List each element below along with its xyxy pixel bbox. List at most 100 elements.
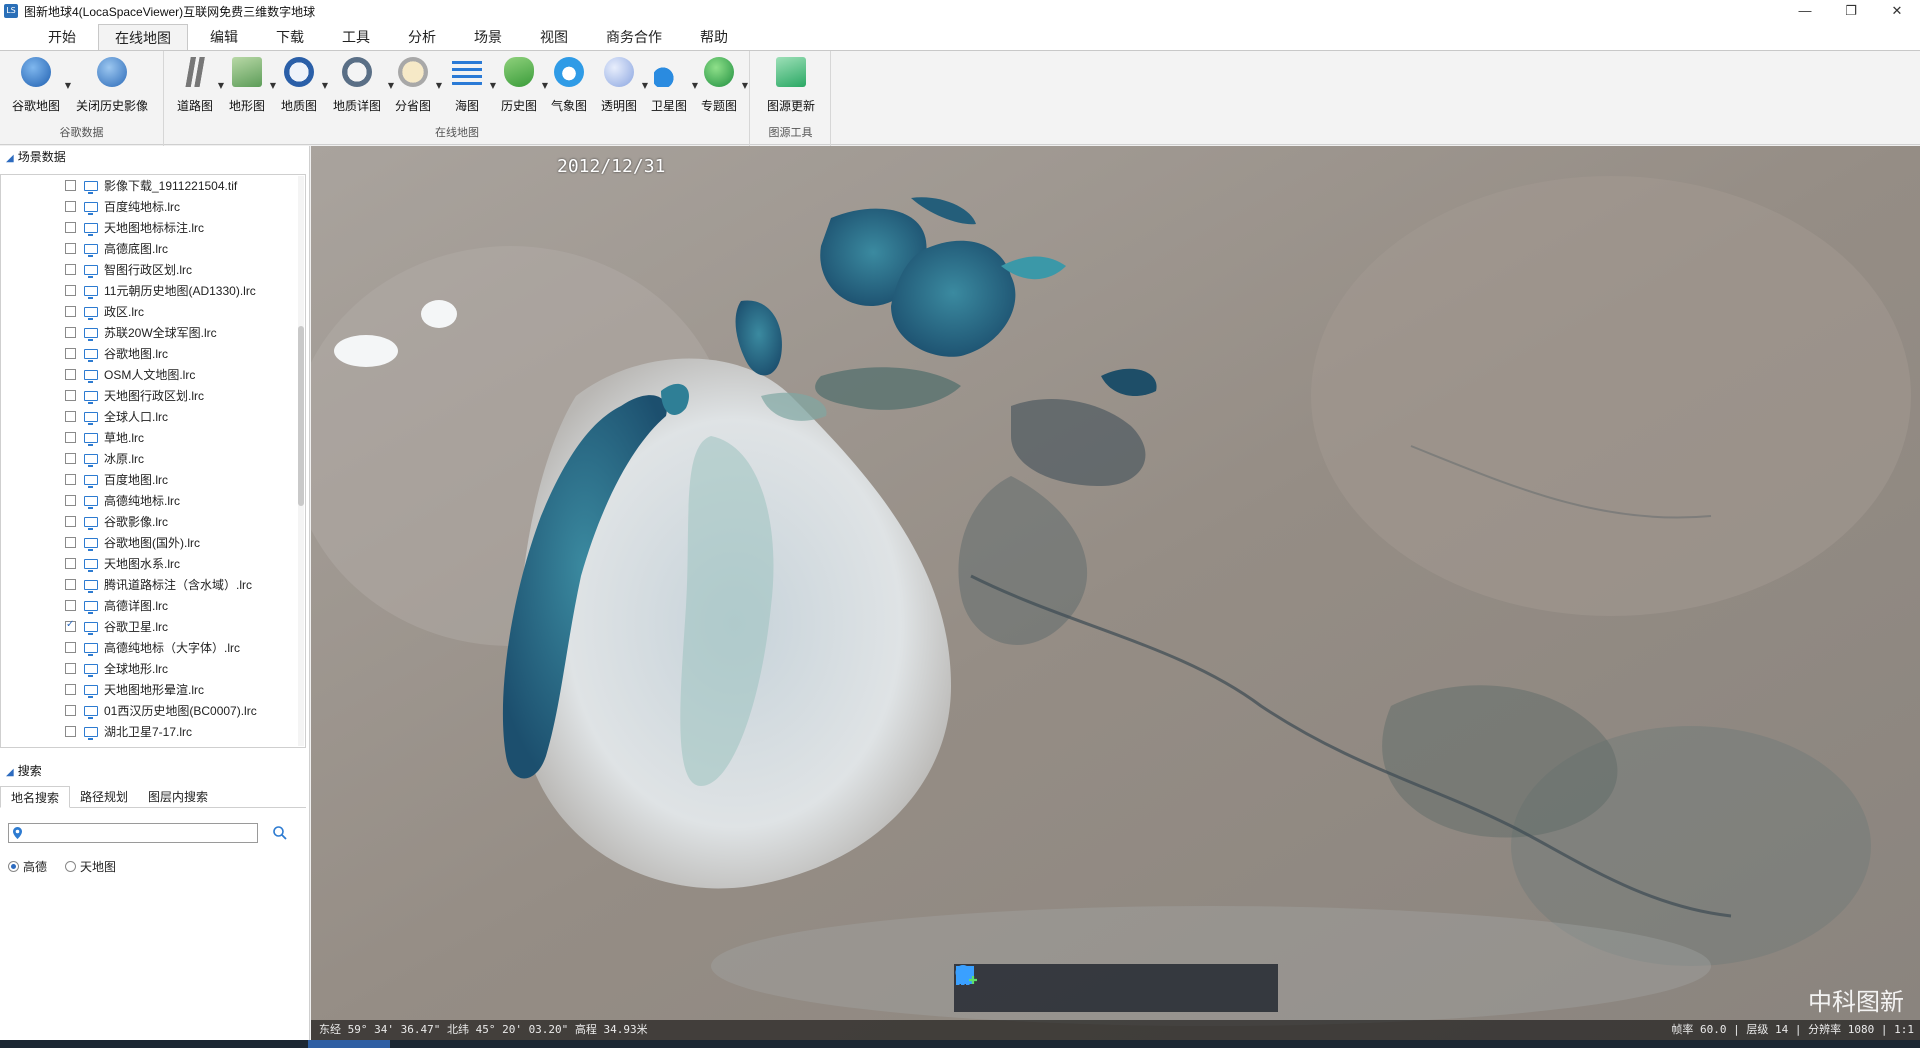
layer-row[interactable]: 谷歌地图.lrc <box>1 343 305 364</box>
weather-map-button[interactable]: 气象图 <box>549 55 589 115</box>
gaode-radio[interactable] <box>8 861 19 872</box>
scene-layer-list[interactable]: 影像下载_1911221504.tif 百度纯地标.lrc 天地图地标标注.lrc 高… <box>0 174 306 748</box>
close-button[interactable]: ✕ <box>1874 0 1920 22</box>
layer-row[interactable]: 高德详图.lrc <box>1 595 305 616</box>
layer-row[interactable]: 影像下载_1911221504.tif <box>1 175 305 196</box>
layer-checkbox[interactable] <box>65 663 76 674</box>
place-search-input[interactable] <box>27 825 255 841</box>
road-map-button[interactable]: 道路图 ▼ <box>175 55 224 115</box>
layer-checkbox[interactable] <box>65 495 76 506</box>
layer-row[interactable]: 政区.lrc <box>1 301 305 322</box>
google-map-button[interactable]: 谷歌地图 ▼ <box>10 55 71 115</box>
layer-row[interactable]: 冰原.lrc <box>1 448 305 469</box>
tab-download[interactable]: 下载 <box>260 24 320 50</box>
maximize-button[interactable]: ❐ <box>1828 0 1874 22</box>
layer-checkbox[interactable] <box>65 390 76 401</box>
layer-row[interactable]: 谷歌卫星.lrc <box>1 616 305 637</box>
layer-checkbox[interactable] <box>65 201 76 212</box>
terrain-map-button[interactable]: 地形图 ▼ <box>227 55 276 115</box>
polygon-icon[interactable] <box>956 966 1206 1003</box>
taskbar-active-app[interactable] <box>308 1040 390 1048</box>
layer-checkbox[interactable] <box>65 285 76 296</box>
line-icon[interactable] <box>956 966 1156 1003</box>
layer-checkbox[interactable] <box>65 348 76 359</box>
geology-map-button[interactable]: 地质图 ▼ <box>279 55 328 115</box>
geology-detail-map-button[interactable]: 地质详图 ▼ <box>329 55 394 115</box>
layer-checkbox[interactable] <box>65 264 76 275</box>
scrollbar-thumb[interactable] <box>298 326 304 506</box>
pointer-icon[interactable] <box>959 966 1056 1003</box>
layer-row[interactable]: 百度纯地标.lrc <box>1 196 305 217</box>
layer-row[interactable]: 智图行政区划.lrc <box>1 259 305 280</box>
layer-row[interactable]: 高德纯地标.lrc <box>1 490 305 511</box>
layer-checkbox[interactable] <box>65 327 76 338</box>
tab-start[interactable]: 开始 <box>32 24 92 50</box>
layer-checkbox[interactable] <box>65 180 76 191</box>
layer-row[interactable]: 天地图水系.lrc <box>1 553 305 574</box>
layer-row[interactable]: 天地图地标标注.lrc <box>1 217 305 238</box>
layer-checkbox[interactable] <box>65 432 76 443</box>
layer-row[interactable]: 谷歌地图(国外).lrc <box>1 532 305 553</box>
layer-row[interactable]: OSM人文地图.lrc <box>1 364 305 385</box>
layer-row[interactable]: 01西汉历史地图(BC0007).lrc <box>1 700 305 721</box>
tab-place-search[interactable]: 地名搜索 <box>0 786 71 808</box>
layer-checkbox[interactable] <box>65 243 76 254</box>
layer-row[interactable]: 草地.lrc <box>1 427 305 448</box>
satellite-map-button[interactable]: 卫星图 ▼ <box>649 55 698 115</box>
layer-checkbox[interactable] <box>65 558 76 569</box>
tab-tools[interactable]: 工具 <box>326 24 386 50</box>
tab-analysis[interactable]: 分析 <box>392 24 452 50</box>
layer-checkbox[interactable] <box>65 222 76 233</box>
history-map-button[interactable]: 历史图 ▼ <box>499 55 548 115</box>
tab-help[interactable]: 帮助 <box>684 24 744 50</box>
layer-row[interactable]: 腾讯道路标注（含水域）.lrc <box>1 574 305 595</box>
layer-checkbox[interactable] <box>65 705 76 716</box>
layer-checkbox[interactable] <box>65 516 76 527</box>
layer-checkbox[interactable] <box>65 579 76 590</box>
layer-row[interactable]: 天地图地形晕渲.lrc <box>1 679 305 700</box>
layer-checkbox[interactable] <box>65 453 76 464</box>
placemark-icon[interactable] <box>955 965 1106 1003</box>
layer-checkbox[interactable] <box>65 684 76 695</box>
layer-checkbox[interactable] <box>65 474 76 485</box>
layer-row[interactable]: 高德纯地标（大字体）.lrc <box>1 637 305 658</box>
layer-row[interactable]: 天地图行政区划.lrc <box>1 385 305 406</box>
layer-checkbox[interactable] <box>65 369 76 380</box>
layer-row[interactable]: 湖北卫星7-17.lrc <box>1 721 305 742</box>
search-icon[interactable] <box>272 825 288 841</box>
tab-scene[interactable]: 场景 <box>458 24 518 50</box>
layer-checkbox[interactable] <box>65 619 76 632</box>
close-history-imagery-button[interactable]: 关闭历史影像 <box>74 55 150 115</box>
source-update-button[interactable]: 图源更新 <box>763 55 819 115</box>
layer-row[interactable]: 谷歌影像.lrc <box>1 511 305 532</box>
chart-add-icon[interactable] <box>956 968 1256 1003</box>
hand-icon[interactable] <box>956 966 1006 1003</box>
tab-layer-search[interactable]: 图层内搜索 <box>138 786 218 807</box>
layer-checkbox[interactable] <box>65 600 76 611</box>
sea-chart-button[interactable]: 海图 ▼ <box>447 55 496 115</box>
tab-online-map[interactable]: 在线地图 <box>98 24 188 50</box>
tab-view[interactable]: 视图 <box>524 24 584 50</box>
layer-list-scrollbar[interactable] <box>298 176 304 746</box>
tab-business[interactable]: 商务合作 <box>590 24 678 50</box>
scene-data-header[interactable]: ◢ 场景数据 <box>0 146 309 168</box>
layer-row[interactable]: 苏联20W全球军图.lrc <box>1 322 305 343</box>
map-view[interactable]: 2012/12/31 中科图新 东经 59° 34' 36.47" 北纬 45°… <box>311 146 1920 1040</box>
layer-row[interactable]: 百度地图.lrc <box>1 469 305 490</box>
layer-checkbox[interactable] <box>65 642 76 653</box>
layer-row[interactable]: 11元朝历史地图(AD1330).lrc <box>1 280 305 301</box>
layer-row[interactable]: 全球地形.lrc <box>1 658 305 679</box>
tab-route-planning[interactable]: 路径规划 <box>70 786 138 807</box>
tianditu-radio[interactable] <box>65 861 77 872</box>
thematic-map-button[interactable]: 专题图 ▼ <box>699 55 748 115</box>
layer-row[interactable]: 高德底图.lrc <box>1 238 305 259</box>
layer-checkbox[interactable] <box>65 537 76 548</box>
layer-checkbox[interactable] <box>65 726 76 737</box>
transparent-map-button[interactable]: 透明图 ▼ <box>599 55 648 115</box>
layer-checkbox[interactable] <box>65 306 76 317</box>
layer-row[interactable]: 全球人口.lrc <box>1 406 305 427</box>
layer-checkbox[interactable] <box>65 411 76 422</box>
province-map-button[interactable]: 分省图 ▼ <box>393 55 442 115</box>
tab-edit[interactable]: 编辑 <box>194 24 254 50</box>
minimize-button[interactable]: — <box>1782 0 1828 22</box>
